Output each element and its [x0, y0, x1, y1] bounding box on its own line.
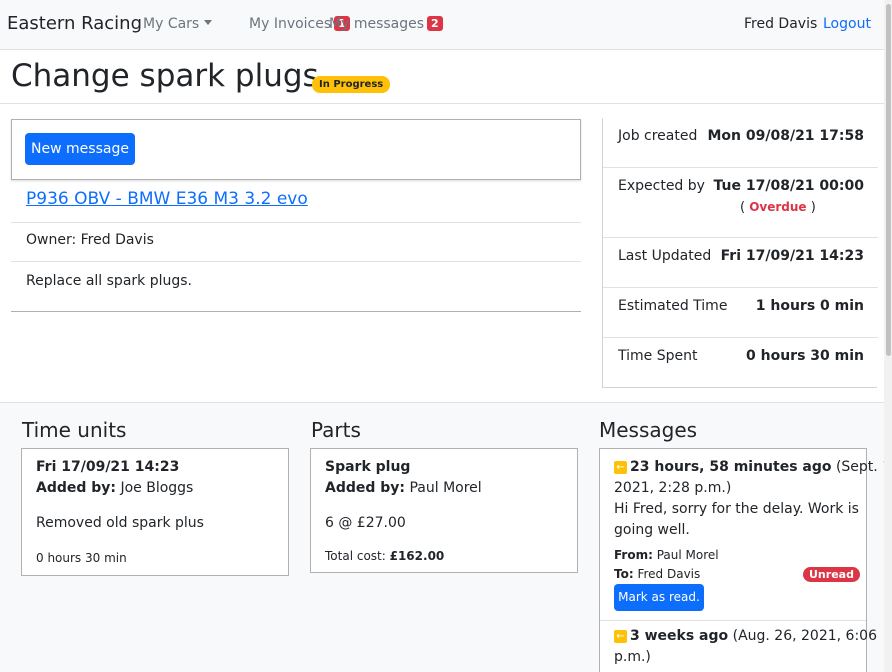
- message-to: To: Fred Davis: [614, 567, 700, 581]
- message-ago: 23 hours, 58 minutes ago: [630, 459, 832, 475]
- stat-label: Expected by: [618, 178, 705, 194]
- stat-label: Estimated Time: [618, 298, 728, 314]
- part-card: Spark plug Added by: Paul Morel 6 @ £27.…: [310, 448, 578, 573]
- stat-row-updated: Last Updated Fri 17/09/21 14:23: [603, 238, 878, 288]
- job-description: Replace all spark plugs.: [26, 273, 192, 289]
- message-from: From: Paul Morel: [614, 548, 719, 562]
- stat-label: Time Spent: [618, 348, 698, 364]
- from-name: Paul Morel: [656, 548, 719, 562]
- message-time: ←23 hours, 58 minutes ago (Sept. 16,: [614, 459, 892, 475]
- parts-heading: Parts: [311, 418, 361, 442]
- message-body-cont: going well.: [614, 522, 690, 538]
- divider: [11, 311, 581, 312]
- time-unit-added-by: Added by: Joe Bloggs: [36, 480, 193, 496]
- total-cost-value: £162.00: [389, 549, 445, 563]
- overdue-close: ): [810, 200, 816, 215]
- part-quantity: 6 @ £27.00: [325, 515, 406, 531]
- added-by-label: Added by:: [325, 480, 406, 496]
- job-owner: Owner: Fred Davis: [26, 232, 154, 248]
- message-ago: 3 weeks ago: [630, 628, 729, 644]
- from-label: From:: [614, 548, 653, 562]
- overdue-indicator: ( Overdue ): [740, 200, 816, 215]
- stat-value: 1 hours 0 min: [755, 298, 864, 314]
- overdue-label: Overdue: [749, 200, 807, 214]
- logout-link[interactable]: Logout: [823, 16, 871, 32]
- message-time: ← 3 weeks ago (Aug. 26, 2021, 6:06: [614, 628, 877, 644]
- time-units-heading: Time units: [22, 418, 127, 442]
- divider: [0, 103, 892, 104]
- time-unit-duration: 0 hours 30 min: [36, 551, 127, 565]
- stat-row-created: Job created Mon 09/08/21 17:58: [603, 118, 878, 168]
- time-unit-card: Fri 17/09/21 14:23 Added by: Joe Bloggs …: [21, 448, 289, 576]
- divider: [600, 620, 866, 621]
- stat-row-estimated: Estimated Time 1 hours 0 min: [603, 288, 878, 338]
- messages-heading: Messages: [599, 418, 698, 442]
- arrow-left-icon: ←: [614, 461, 627, 474]
- message-date: (Aug. 26, 2021, 6:06: [732, 628, 877, 644]
- stat-value: Mon 09/08/21 17:58: [707, 128, 864, 144]
- total-cost-label: Total cost:: [325, 549, 386, 563]
- scrollbar-thumb[interactable]: [886, 4, 891, 356]
- nav-my-messages[interactable]: My messages 2: [329, 16, 443, 32]
- divider: [11, 261, 581, 262]
- time-unit-date: Fri 17/09/21 14:23: [36, 459, 180, 475]
- nav-my-messages-label: My messages: [329, 16, 425, 32]
- message-date-cont: 2021, 2:28 p.m.): [614, 480, 732, 496]
- part-added-by: Added by: Paul Morel: [325, 480, 482, 496]
- overdue-open: (: [740, 200, 746, 215]
- arrow-left-icon: ←: [614, 630, 627, 643]
- job-stats-table: Job created Mon 09/08/21 17:58 Expected …: [602, 118, 878, 388]
- car-link[interactable]: P936 OBV - BMW E36 M3 3.2 evo: [26, 189, 308, 209]
- message-body: Hi Fred, sorry for the delay. Work is: [614, 501, 859, 517]
- stat-value: Tue 17/08/21 00:00: [713, 178, 864, 194]
- stat-value: 0 hours 30 min: [746, 348, 864, 364]
- brand-logo[interactable]: Eastern Racing: [7, 13, 142, 34]
- to-name: Fred Davis: [637, 567, 701, 581]
- chevron-down-icon: [204, 20, 213, 25]
- nav-my-cars-label: My Cars: [143, 16, 200, 32]
- unread-badge: Unread: [803, 567, 860, 582]
- nav-my-cars[interactable]: My Cars: [143, 16, 213, 32]
- new-message-button[interactable]: New message: [25, 133, 135, 165]
- time-unit-note: Removed old spark plus: [36, 515, 204, 531]
- messages-count-badge: 2: [427, 16, 443, 31]
- stat-row-spent: Time Spent 0 hours 30 min: [603, 338, 878, 388]
- divider: [11, 222, 581, 223]
- part-total: Total cost: £162.00: [325, 549, 444, 563]
- part-name: Spark plug: [325, 459, 411, 475]
- stat-label: Last Updated: [618, 248, 712, 264]
- stat-value: Fri 17/09/21 14:23: [720, 248, 864, 264]
- added-by-label: Added by:: [36, 480, 117, 496]
- nav-my-invoices-label: My Invoices: [249, 16, 332, 32]
- status-badge: In Progress: [312, 76, 391, 93]
- message-date-cont: p.m.): [614, 649, 651, 665]
- messages-card: ←23 hours, 58 minutes ago (Sept. 16, 202…: [599, 448, 892, 672]
- added-by-name: Joe Bloggs: [120, 480, 194, 496]
- mark-as-read-button[interactable]: Mark as read.: [614, 584, 704, 611]
- to-label: To:: [614, 567, 634, 581]
- navbar: Eastern Racing My Cars My Invoices 1 My m…: [0, 0, 892, 50]
- current-user: Fred Davis: [744, 16, 818, 32]
- stat-label: Job created: [618, 128, 698, 144]
- page-title: Change spark plugs: [11, 58, 319, 94]
- added-by-name: Paul Morel: [409, 480, 482, 496]
